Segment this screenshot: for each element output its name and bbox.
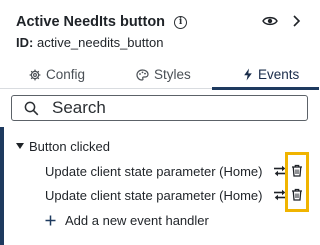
gear-icon — [29, 69, 41, 80]
chevron-right-icon[interactable] — [290, 14, 302, 28]
component-title: Active NeedIts button — [16, 14, 166, 30]
search-box[interactable] — [11, 95, 308, 121]
tab-styles-label: Styles — [154, 67, 191, 82]
event-group-button-clicked[interactable]: Button clicked — [16, 138, 110, 154]
delete-buttons-highlight — [285, 152, 309, 212]
plus-icon — [45, 215, 56, 225]
add-event-handler-button[interactable]: Add a new event handler — [45, 211, 209, 229]
caret-down-icon[interactable] — [16, 143, 24, 149]
tab-styles[interactable]: Styles — [136, 60, 191, 89]
event-group-label: Button clicked — [29, 138, 110, 154]
reorder-arrows-icon[interactable] — [273, 165, 287, 177]
active-tab-indicator — [212, 87, 319, 90]
search-icon — [24, 101, 39, 115]
eye-icon[interactable] — [262, 14, 278, 28]
event-handler-label: Update client state parameter (Home) — [45, 163, 263, 179]
section-accent-bar — [0, 127, 4, 245]
component-id: ID: active_needits_button — [16, 35, 163, 50]
lightning-icon — [244, 68, 252, 81]
tab-config[interactable]: Config — [29, 60, 85, 89]
info-icon[interactable]: i — [174, 15, 188, 29]
event-panel: Active NeedIts button i ID: active_needi… — [0, 0, 319, 245]
palette-icon — [136, 68, 149, 81]
reorder-arrows-icon[interactable] — [273, 189, 287, 201]
search-input[interactable] — [52, 98, 282, 118]
id-label: ID: — [16, 35, 34, 50]
tab-bar: Config Styles Events — [0, 60, 319, 89]
event-handler-label: Update client state parameter (Home) — [45, 187, 263, 203]
event-handler-row[interactable]: Update client state parameter (Home) — [45, 162, 262, 180]
tab-events[interactable]: Events — [243, 60, 299, 89]
trash-icon[interactable] — [291, 164, 303, 177]
tab-config-label: Config — [46, 67, 86, 82]
id-value: active_needits_button — [36, 35, 164, 50]
trash-icon[interactable] — [291, 188, 303, 201]
title-row: Active NeedIts button i — [16, 12, 188, 32]
tab-events-label: Events — [258, 67, 300, 82]
event-handler-row[interactable]: Update client state parameter (Home) — [45, 186, 262, 204]
add-event-handler-label: Add a new event handler — [65, 212, 209, 228]
